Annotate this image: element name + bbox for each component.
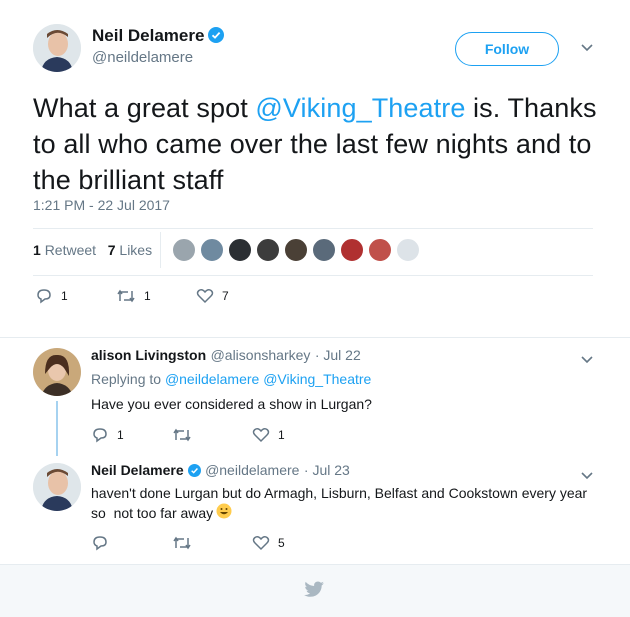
smile-emoji-icon xyxy=(216,503,232,524)
retweet-icon xyxy=(173,536,191,550)
engagement-stats: 1 Retweet 7 Likes xyxy=(33,242,152,258)
liker-avatar[interactable] xyxy=(284,238,308,262)
retweet-icon xyxy=(173,428,191,442)
reply-date[interactable]: · Jul 23 xyxy=(304,462,350,478)
author-avatar[interactable] xyxy=(33,24,81,72)
stats-divider xyxy=(160,232,161,268)
retweet-count[interactable]: 1 xyxy=(33,242,41,258)
reply-button[interactable] xyxy=(91,535,117,551)
retweet-button[interactable] xyxy=(172,427,200,443)
reply-avatar[interactable] xyxy=(33,463,81,511)
heart-icon xyxy=(252,536,270,551)
liker-avatar[interactable] xyxy=(396,238,420,262)
likers-avatars xyxy=(172,238,420,262)
heart-icon xyxy=(252,428,270,443)
retweet-button[interactable]: 1 xyxy=(116,288,151,304)
like-button[interactable]: 1 xyxy=(252,427,285,443)
retweet-label[interactable]: Retweet xyxy=(45,242,96,258)
author-name[interactable]: Neil Delamere xyxy=(92,26,204,45)
tweet-text: What a great spot @Viking_Theatre is. Th… xyxy=(33,90,598,198)
like-count: 1 xyxy=(278,428,285,442)
like-count: 5 xyxy=(278,536,285,550)
replying-to-mention[interactable]: @Viking_Theatre xyxy=(263,371,371,387)
divider xyxy=(0,337,630,338)
reply-count: 1 xyxy=(117,428,124,442)
liker-avatar[interactable] xyxy=(312,238,336,262)
liker-avatar[interactable] xyxy=(340,238,364,262)
reply-button[interactable]: 1 xyxy=(91,427,124,443)
reply-author-name[interactable]: alison Livingston xyxy=(91,347,206,363)
reply-icon xyxy=(37,289,51,304)
chevron-down-icon[interactable] xyxy=(580,352,594,370)
reply-author-handle[interactable]: @neildelamere xyxy=(205,462,299,478)
twitter-bird-icon[interactable] xyxy=(303,581,325,604)
replying-to-mention[interactable]: @neildelamere xyxy=(165,371,259,387)
reply-button[interactable]: 1 xyxy=(35,288,68,304)
mention-link[interactable]: @Viking_Theatre xyxy=(255,93,465,123)
author-handle[interactable]: @neildelamere xyxy=(92,49,193,66)
divider xyxy=(33,228,593,229)
thread-line xyxy=(56,401,58,456)
likes-count[interactable]: 7 xyxy=(108,242,116,258)
divider xyxy=(33,275,593,276)
retweet-button[interactable] xyxy=(172,535,200,551)
reply-text: Have you ever considered a show in Lurga… xyxy=(91,396,372,412)
liker-avatar[interactable] xyxy=(256,238,280,262)
heart-icon xyxy=(196,289,214,304)
replying-to-label: Replying to xyxy=(91,371,162,387)
reply-author-name[interactable]: Neil Delamere xyxy=(91,462,184,478)
liker-avatar[interactable] xyxy=(172,238,196,262)
reply-text: haven't done Lurgan but do Armagh, Lisbu… xyxy=(91,484,601,524)
reply-date[interactable]: · Jul 22 xyxy=(315,347,361,363)
liker-avatar[interactable] xyxy=(200,238,224,262)
likes-label[interactable]: Likes xyxy=(119,242,152,258)
reply-avatar[interactable] xyxy=(33,348,81,396)
reply-text-line: haven't done Lurgan but do Armagh, Lisbu… xyxy=(91,485,588,501)
reply-text-line: so not too far away xyxy=(91,505,214,521)
follow-button[interactable]: Follow xyxy=(455,32,559,66)
retweet-icon xyxy=(117,289,135,303)
like-button[interactable]: 7 xyxy=(196,288,229,304)
reply-icon xyxy=(93,428,107,443)
liker-avatar[interactable] xyxy=(368,238,392,262)
tweet-timestamp[interactable]: 1:21 PM - 22 Jul 2017 xyxy=(33,197,170,213)
reply-author-handle[interactable]: @alisonsharkey xyxy=(211,347,311,363)
chevron-down-icon[interactable] xyxy=(580,40,594,58)
like-button[interactable]: 5 xyxy=(252,535,285,551)
verified-badge-icon xyxy=(187,464,201,477)
reply-icon xyxy=(93,536,107,551)
reply-count: 1 xyxy=(61,289,68,303)
liker-avatar[interactable] xyxy=(228,238,252,262)
retweet-action-count: 1 xyxy=(144,289,151,303)
like-action-count: 7 xyxy=(222,289,229,303)
footer xyxy=(0,565,630,617)
tweet-text-start: What a great spot xyxy=(33,93,256,123)
verified-badge-icon xyxy=(208,27,225,43)
